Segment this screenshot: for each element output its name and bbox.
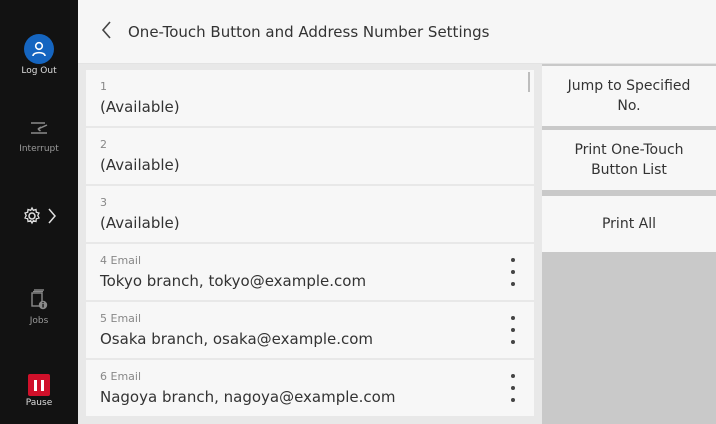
more-options-icon[interactable] [506,258,520,286]
user-icon [24,34,54,64]
list-item[interactable]: 5 Email Osaka branch, osaka@example.com [86,302,534,358]
jump-to-number-label: Jump to Specified No. [567,77,691,114]
interrupt-icon [0,114,78,142]
scrollbar[interactable] [528,72,530,92]
chevron-left-icon [101,20,111,44]
interrupt-label: Interrupt [19,144,59,154]
side-panel: Jump to Specified No. Print One-Touch Bu… [542,64,716,424]
print-button-list-button[interactable]: Print One-Touch Button List [542,130,716,190]
jobs-button[interactable]: Jobs [0,286,78,326]
jobs-label: Jobs [29,316,49,326]
print-all-label: Print All [601,215,656,232]
entry-value: Osaka branch, osaka@example.com [100,330,374,348]
logout-button[interactable]: Log Out [0,34,78,76]
entry-value: Tokyo branch, tokyo@example.com [100,272,367,290]
entry-number: 3 [100,196,107,209]
entry-value: (Available) [100,214,180,232]
header-bar: One-Touch Button and Address Number Sett… [78,0,716,64]
list-item[interactable]: 4 Email Tokyo branch, tokyo@example.com [86,244,534,300]
entry-number: 4 Email [100,254,142,267]
entry-list[interactable]: 1 (Available) 2 (Available) 3 (Available) 4 Em… [78,64,542,424]
gear-icon [22,206,42,230]
entry-value: (Available) [100,98,180,116]
page-title: One-Touch Button and Address Number Sett… [128,22,490,41]
print-button-list-label: Print One-Touch Button List [574,141,684,178]
entry-number: 1 [100,80,107,93]
pause-icon [28,374,50,396]
entry-number: 5 Email [100,312,142,325]
print-all-button[interactable]: Print All [542,196,716,252]
logout-label: Log Out [21,66,57,76]
list-item[interactable]: 3 (Available) [86,186,534,242]
entry-value: (Available) [100,156,180,174]
back-button[interactable] [86,0,126,64]
entry-number: 2 [100,138,107,151]
settings-menu-button[interactable] [0,204,78,232]
chevron-right-icon [48,207,56,229]
list-item[interactable]: 1 (Available) [86,70,534,126]
interrupt-button[interactable]: Interrupt [0,114,78,154]
entry-number: 6 Email [100,370,142,383]
jobs-icon [0,286,78,314]
side-rail: Log Out Interrupt Jobs Pause [0,0,78,424]
entry-value: Nagoya branch, nagoya@example.com [100,388,396,406]
more-options-icon[interactable] [506,374,520,402]
jump-to-number-button[interactable]: Jump to Specified No. [542,66,716,126]
pause-button[interactable]: Pause [0,374,78,408]
pause-label: Pause [25,398,53,408]
list-item[interactable]: 6 Email Nagoya branch, nagoya@example.com [86,360,534,416]
more-options-icon[interactable] [506,316,520,344]
list-item[interactable]: 2 (Available) [86,128,534,184]
